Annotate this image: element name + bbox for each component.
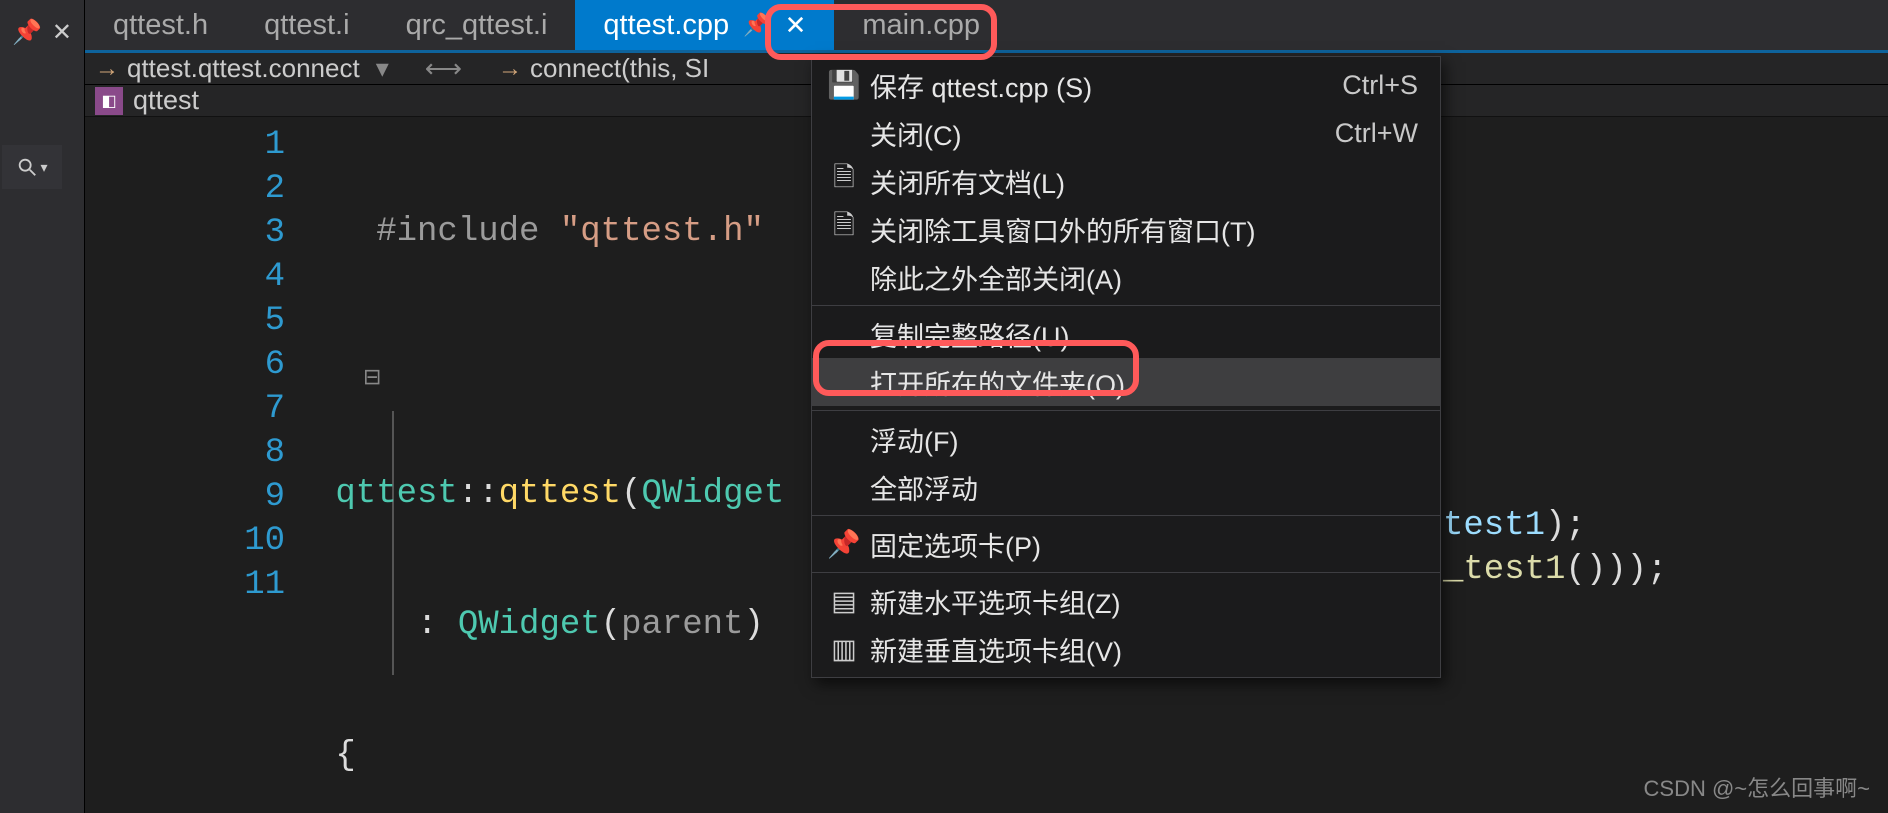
menu-pin-tab[interactable]: 📌 固定选项卡(P)	[812, 520, 1440, 568]
watermark: CSDN @~怎么回事啊~	[1644, 771, 1870, 803]
nav-arrow-icon: →	[498, 55, 522, 83]
shortcut: Ctrl+S	[1342, 70, 1418, 101]
tab-qttest-cpp[interactable]: qttest.cpp 📌 ✕	[575, 0, 834, 50]
menu-new-vertical-group[interactable]: ▥ 新建垂直选项卡组(V)	[812, 625, 1440, 673]
menu-label: 关闭除工具窗口外的所有窗口(T)	[864, 210, 1418, 249]
class-icon: ◧	[95, 87, 123, 115]
menu-float[interactable]: 浮动(F)	[812, 415, 1440, 463]
line-number-gutter: 123 456 789 1011	[85, 117, 315, 813]
menu-close[interactable]: 关闭(C) Ctrl+W	[812, 109, 1440, 157]
menu-label: 浮动(F)	[864, 420, 1418, 459]
menu-label: 新建垂直选项卡组(V)	[864, 630, 1418, 669]
menu-close-all[interactable]: 🗎 关闭所有文档(L)	[812, 157, 1440, 205]
close-tab-icon[interactable]: ✕	[785, 10, 807, 41]
menu-open-containing-folder[interactable]: 打开所在的文件夹(O)	[812, 358, 1440, 406]
tab-label: main.cpp	[862, 9, 980, 42]
pin-icon: 📌	[824, 528, 864, 560]
menu-label: 固定选项卡(P)	[864, 525, 1418, 564]
tab-label: qttest.i	[264, 9, 349, 42]
search-button[interactable]: ▾	[2, 145, 62, 189]
pin-icon[interactable]: 📌	[12, 18, 42, 47]
close-panel-icon[interactable]: ✕	[52, 18, 72, 47]
menu-separator	[812, 515, 1440, 516]
nav-arrow-icon: →	[95, 55, 119, 83]
menu-separator	[812, 572, 1440, 573]
menu-copy-path[interactable]: 复制完整路径(U)	[812, 310, 1440, 358]
close-others-icon: 🗎	[824, 206, 864, 252]
menu-separator	[812, 410, 1440, 411]
tab-qttest-h[interactable]: qttest.h	[85, 0, 236, 50]
save-icon: 💾	[824, 69, 864, 101]
menu-label: 关闭所有文档(L)	[864, 162, 1418, 201]
menu-label: 保存 qttest.cpp (S)	[864, 66, 1342, 105]
side-gutter: 📌 ✕ ▾	[0, 0, 85, 813]
menu-label: 复制完整路径(U)	[864, 315, 1418, 354]
tab-main-cpp[interactable]: main.cpp	[834, 0, 1008, 50]
pin-tab-icon[interactable]: 📌	[743, 12, 770, 38]
shortcut: Ctrl+W	[1335, 118, 1418, 149]
tab-context-menu: 💾 保存 qttest.cpp (S) Ctrl+S 关闭(C) Ctrl+W …	[811, 56, 1441, 678]
close-all-icon: 🗎	[824, 158, 864, 204]
tab-bar: qttest.h qttest.i qrc_qttest.i qttest.cp…	[85, 0, 1888, 53]
class-name: qttest	[133, 85, 199, 116]
tab-label: qrc_qttest.i	[406, 9, 548, 42]
menu-label: 新建水平选项卡组(Z)	[864, 582, 1418, 621]
menu-label: 关闭(C)	[864, 114, 1335, 153]
vertical-split-icon: ▥	[824, 634, 864, 665]
tab-qttest-i[interactable]: qttest.i	[236, 0, 377, 50]
code-right-fragment: test1); _test1()));	[1443, 460, 1667, 592]
tab-label: qttest.cpp	[603, 9, 729, 42]
menu-label: 全部浮动	[864, 468, 1418, 507]
menu-close-others-windows[interactable]: 🗎 关闭除工具窗口外的所有窗口(T)	[812, 205, 1440, 253]
horizontal-split-icon: ▤	[824, 586, 864, 617]
menu-label: 打开所在的文件夹(O)	[864, 363, 1418, 402]
tab-qrc-qttest-i[interactable]: qrc_qttest.i	[378, 0, 576, 50]
nav-scope: qttest.qttest.connect	[127, 53, 360, 84]
menu-close-others[interactable]: 除此之外全部关闭(A)	[812, 253, 1440, 301]
tab-label: qttest.h	[113, 9, 208, 42]
menu-label: 除此之外全部关闭(A)	[864, 258, 1418, 297]
menu-new-horizontal-group[interactable]: ▤ 新建水平选项卡组(Z)	[812, 577, 1440, 625]
menu-save[interactable]: 💾 保存 qttest.cpp (S) Ctrl+S	[812, 61, 1440, 109]
menu-separator	[812, 305, 1440, 306]
dropdown-icon[interactable]: ▾	[376, 53, 389, 84]
nav-signature: connect(this, SI	[530, 53, 709, 84]
menu-float-all[interactable]: 全部浮动	[812, 463, 1440, 511]
